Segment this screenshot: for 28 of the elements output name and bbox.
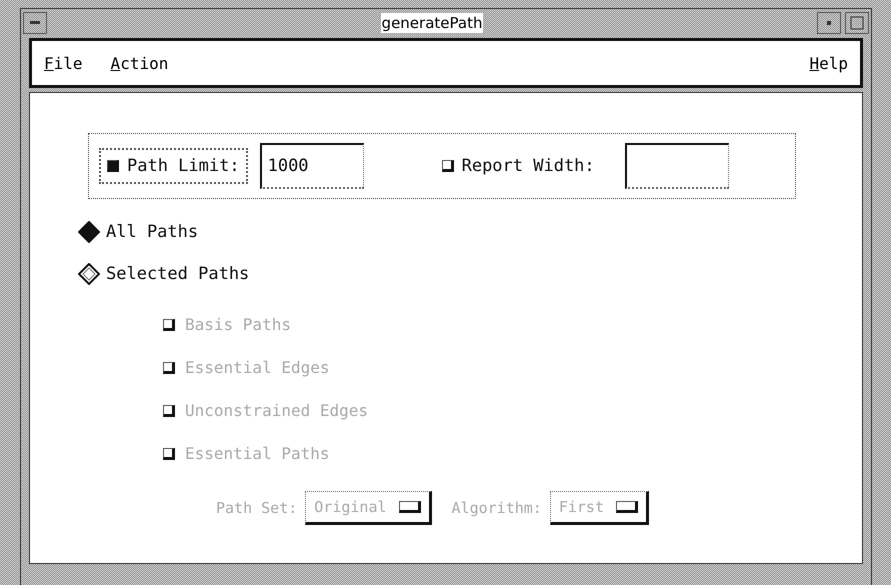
checkbox-label: Basis Paths	[185, 315, 291, 334]
radio-label: Selected Paths	[106, 264, 250, 284]
input-field[interactable]: 1000	[260, 143, 364, 189]
option-menu-icon	[398, 501, 421, 513]
radio-button[interactable]	[78, 263, 100, 285]
maximize-button[interactable]	[845, 12, 869, 34]
window-menu-button[interactable]	[23, 12, 47, 34]
checkbox-label: Essential Paths	[185, 444, 330, 463]
checkbox[interactable]	[107, 160, 119, 172]
menu-item[interactable]: Help	[809, 54, 848, 72]
selector-label: Path Set:	[216, 499, 298, 517]
checkbox-label[interactable]: Report Width:	[434, 148, 603, 184]
option-menu-icon	[616, 501, 638, 513]
checkbox[interactable]	[442, 160, 454, 172]
radio-label: All Paths	[106, 222, 198, 242]
menu-item[interactable]: File	[44, 54, 83, 72]
checkbox-label: Essential Edges	[185, 358, 330, 377]
radio-button[interactable]	[78, 221, 100, 243]
minimize-button[interactable]	[817, 12, 841, 34]
selector-label: Algorithm:	[452, 499, 542, 517]
checkbox-label[interactable]: Path Limit:	[99, 148, 248, 184]
maximize-icon	[850, 16, 864, 30]
minimize-icon	[827, 20, 831, 24]
checkbox-label: Unconstrained Edges	[185, 401, 368, 420]
input-field[interactable]	[624, 143, 729, 189]
menu-icon	[30, 20, 40, 24]
menu-item[interactable]: Action	[110, 54, 168, 72]
window-title: generatePath	[380, 12, 484, 32]
